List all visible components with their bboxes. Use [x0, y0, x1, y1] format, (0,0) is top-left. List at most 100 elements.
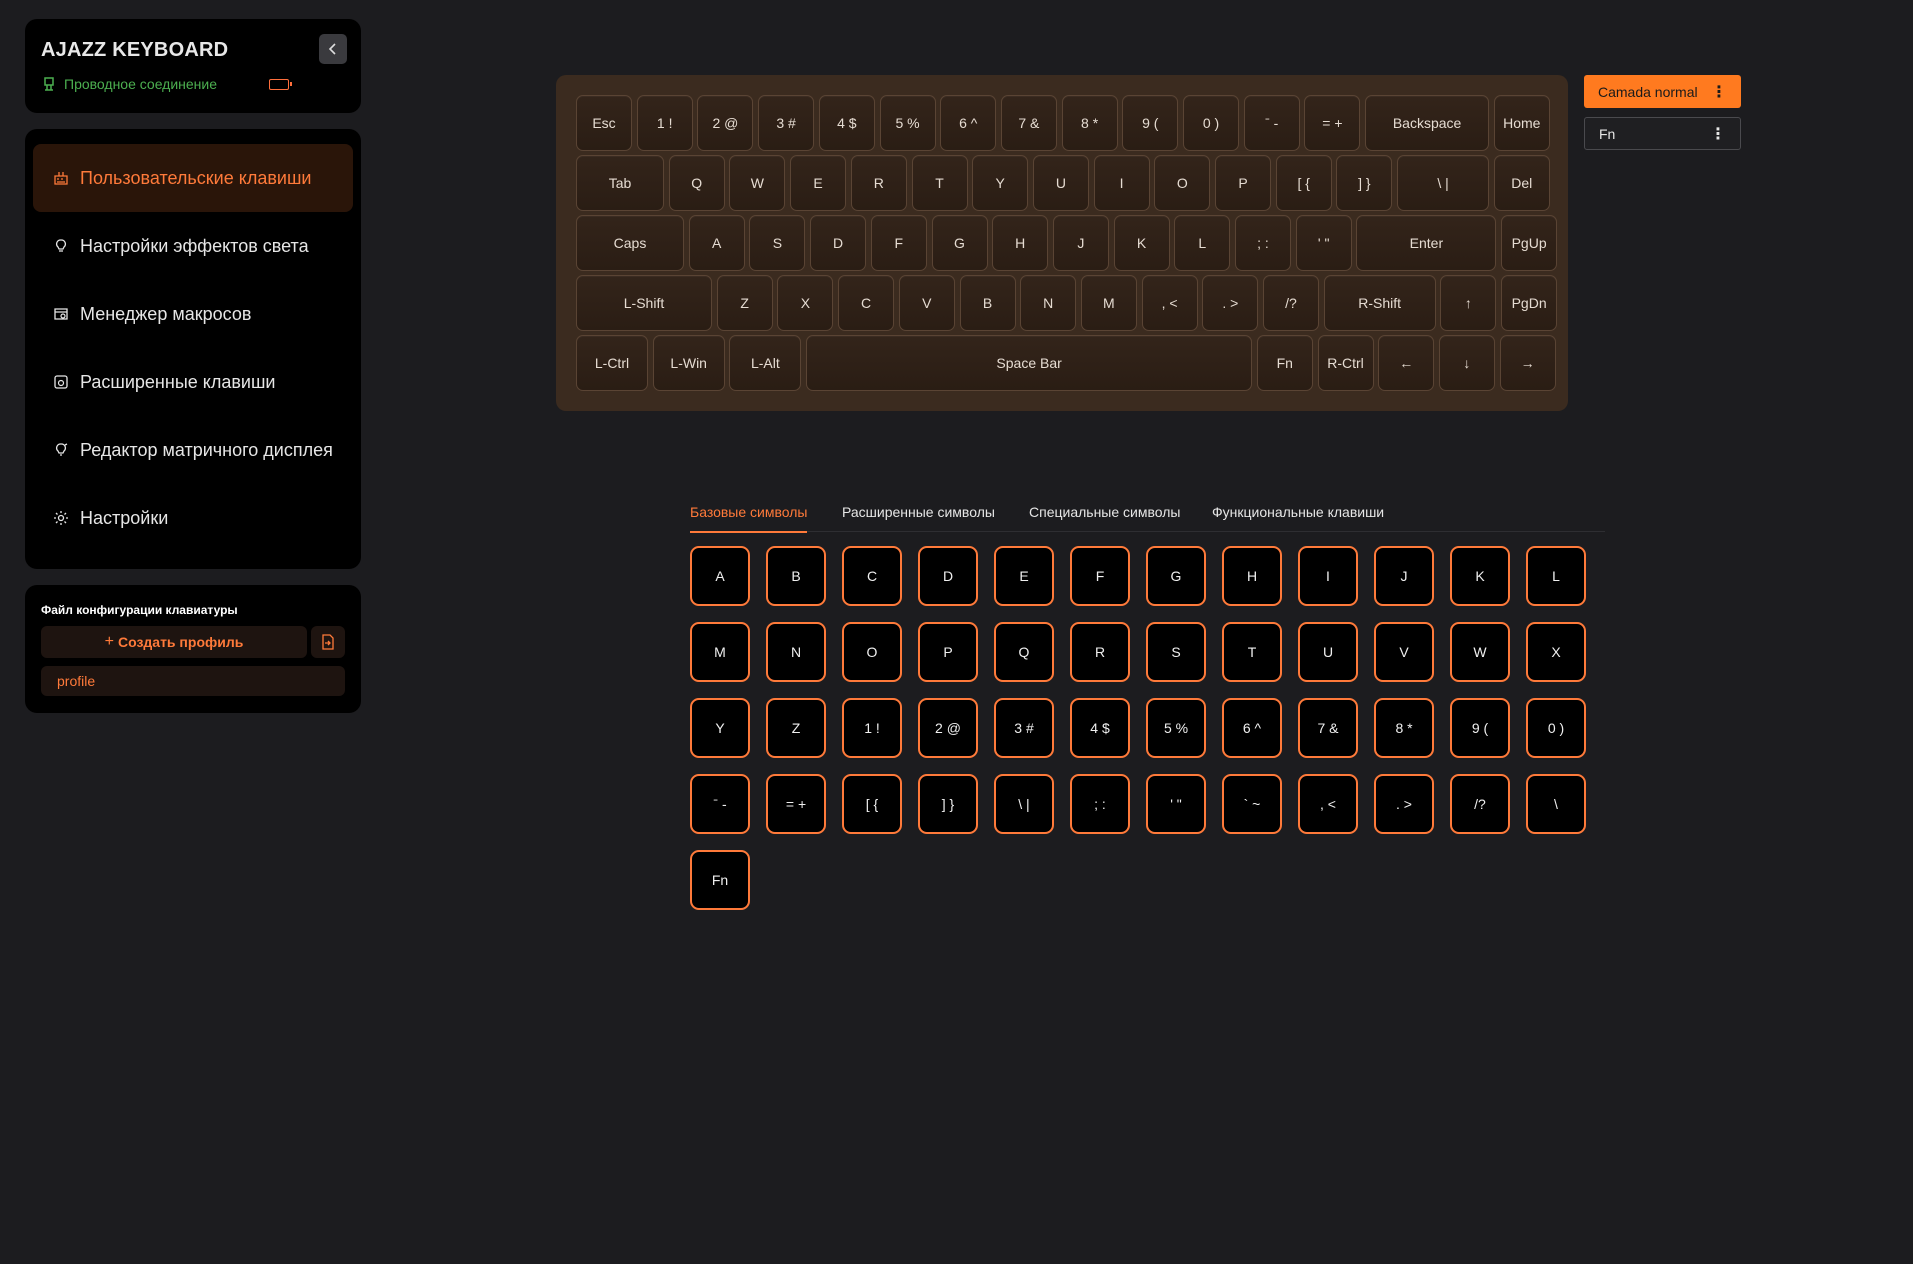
- key[interactable]: P: [1215, 155, 1271, 211]
- sidebar-item-matrix-display[interactable]: Редактор матричного дисплея: [33, 416, 353, 484]
- sidebar-item-macro[interactable]: Менеджер макросов: [33, 280, 353, 348]
- palette-key[interactable]: V: [1374, 622, 1434, 682]
- key[interactable]: /?: [1263, 275, 1319, 331]
- palette-key[interactable]: 9 (: [1450, 698, 1510, 758]
- key[interactable]: L-Ctrl: [576, 335, 648, 391]
- palette-key[interactable]: 8 *: [1374, 698, 1434, 758]
- palette-key[interactable]: U: [1298, 622, 1358, 682]
- collapse-sidebar-button[interactable]: [319, 34, 347, 64]
- key[interactable]: 0 ): [1183, 95, 1239, 151]
- palette-key[interactable]: 7 &: [1298, 698, 1358, 758]
- palette-key[interactable]: O: [842, 622, 902, 682]
- key[interactable]: Z: [716, 275, 773, 331]
- key[interactable]: Enter: [1356, 215, 1497, 271]
- profile-item[interactable]: profile: [41, 666, 345, 696]
- key[interactable]: F: [870, 215, 927, 271]
- palette-key[interactable]: 5 %: [1146, 698, 1206, 758]
- key[interactable]: L-Alt: [729, 335, 802, 391]
- key[interactable]: Q: [668, 155, 725, 211]
- key[interactable]: C: [838, 275, 895, 331]
- tab-4[interactable]: Функциональные клавиши: [1212, 504, 1384, 520]
- tab-1[interactable]: Базовые символы: [690, 504, 808, 533]
- palette-key[interactable]: G: [1146, 546, 1206, 606]
- key[interactable]: PgDn: [1501, 275, 1558, 331]
- import-profile-button[interactable]: [311, 626, 345, 658]
- key[interactable]: R: [850, 155, 907, 211]
- key[interactable]: S: [749, 215, 806, 271]
- key[interactable]: I: [1093, 155, 1150, 211]
- key[interactable]: Space Bar: [806, 335, 1253, 391]
- key[interactable]: M: [1080, 275, 1137, 331]
- palette-key[interactable]: X: [1526, 622, 1586, 682]
- palette-key[interactable]: ˉ -: [690, 774, 750, 834]
- palette-key[interactable]: ' ": [1146, 774, 1206, 834]
- key[interactable]: [ {: [1275, 155, 1332, 211]
- key[interactable]: PgUp: [1501, 215, 1558, 271]
- key[interactable]: ˉ -: [1243, 95, 1300, 151]
- key[interactable]: Del: [1493, 155, 1550, 211]
- key[interactable]: T: [911, 155, 968, 211]
- key[interactable]: \ |: [1397, 155, 1490, 211]
- palette-key[interactable]: I: [1298, 546, 1358, 606]
- palette-key[interactable]: \: [1526, 774, 1586, 834]
- sidebar-item-bulb[interactable]: Настройки эффектов света: [33, 212, 353, 280]
- palette-key[interactable]: ` ~: [1222, 774, 1282, 834]
- key[interactable]: R-Ctrl: [1317, 335, 1374, 391]
- palette-key[interactable]: R: [1070, 622, 1130, 682]
- key[interactable]: ↓: [1438, 335, 1495, 391]
- key[interactable]: 1 !: [636, 95, 693, 151]
- palette-key[interactable]: S: [1146, 622, 1206, 682]
- key[interactable]: Fn: [1256, 335, 1313, 391]
- key[interactable]: L: [1174, 215, 1231, 271]
- key[interactable]: Home: [1493, 95, 1550, 151]
- sidebar-item-gear[interactable]: Настройки: [33, 484, 353, 552]
- key[interactable]: 9 (: [1122, 95, 1179, 151]
- key[interactable]: J: [1052, 215, 1109, 271]
- key[interactable]: →: [1499, 335, 1556, 391]
- tab-3[interactable]: Специальные символы: [1029, 504, 1180, 520]
- palette-key[interactable]: D: [918, 546, 978, 606]
- palette-key[interactable]: /?: [1450, 774, 1510, 834]
- key[interactable]: 4 $: [818, 95, 875, 151]
- key[interactable]: ; :: [1235, 215, 1291, 271]
- palette-key[interactable]: 4 $: [1070, 698, 1130, 758]
- palette-key[interactable]: L: [1526, 546, 1586, 606]
- key[interactable]: Backspace: [1365, 95, 1490, 151]
- key[interactable]: N: [1020, 275, 1077, 331]
- palette-key[interactable]: Z: [766, 698, 826, 758]
- palette-key[interactable]: . >: [1374, 774, 1434, 834]
- palette-key[interactable]: 0 ): [1526, 698, 1586, 758]
- key[interactable]: X: [777, 275, 834, 331]
- key[interactable]: A: [688, 215, 745, 271]
- palette-key[interactable]: B: [766, 546, 826, 606]
- key[interactable]: L-Shift: [576, 275, 712, 331]
- palette-key[interactable]: \ |: [994, 774, 1054, 834]
- create-profile-button[interactable]: + Создать профиль: [41, 626, 307, 658]
- key[interactable]: ' ": [1295, 215, 1352, 271]
- key[interactable]: G: [931, 215, 988, 271]
- key[interactable]: U: [1032, 155, 1089, 211]
- palette-key[interactable]: J: [1374, 546, 1434, 606]
- key[interactable]: 6 ^: [940, 95, 997, 151]
- palette-key[interactable]: Fn: [690, 850, 750, 910]
- palette-key[interactable]: ; :: [1070, 774, 1130, 834]
- key[interactable]: ←: [1378, 335, 1435, 391]
- palette-key[interactable]: = +: [766, 774, 826, 834]
- palette-key[interactable]: ] }: [918, 774, 978, 834]
- key[interactable]: K: [1113, 215, 1170, 271]
- palette-key[interactable]: 3 #: [994, 698, 1054, 758]
- palette-key[interactable]: F: [1070, 546, 1130, 606]
- palette-key[interactable]: N: [766, 622, 826, 682]
- palette-key[interactable]: [ {: [842, 774, 902, 834]
- palette-key[interactable]: W: [1450, 622, 1510, 682]
- key[interactable]: L-Win: [652, 335, 725, 391]
- key[interactable]: R-Shift: [1323, 275, 1436, 331]
- key[interactable]: Caps: [576, 215, 684, 271]
- sidebar-item-keys[interactable]: Пользовательские клавиши: [33, 144, 353, 212]
- palette-key[interactable]: K: [1450, 546, 1510, 606]
- key[interactable]: = +: [1304, 95, 1361, 151]
- tab-2[interactable]: Расширенные символы: [842, 504, 995, 520]
- key[interactable]: O: [1154, 155, 1211, 211]
- palette-key[interactable]: T: [1222, 622, 1282, 682]
- key[interactable]: W: [729, 155, 786, 211]
